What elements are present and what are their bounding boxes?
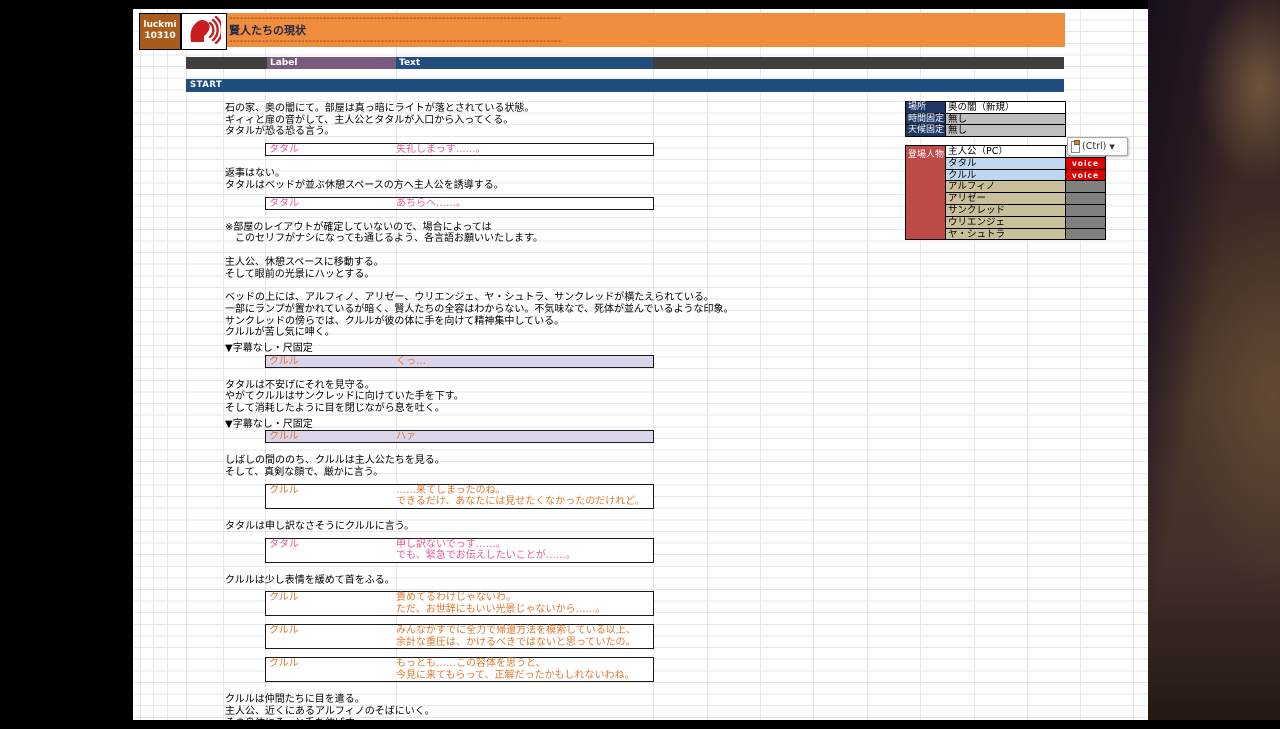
narration-text: クルルは仲間たちに目を遣る。 主人公、近くにあるアルフィノのそばにいく。 その身… (225, 694, 1025, 729)
cast-panel-label: 登場人物 (905, 145, 946, 240)
speaker-label: タタル (266, 198, 396, 209)
banner-dashes-bottom: ----------------------------------------… (229, 37, 563, 47)
background-artwork (1148, 0, 1280, 720)
info-label: 天候固定 (905, 124, 946, 137)
no-voice-badge (1065, 228, 1106, 241)
title-banner: ----------------------------------------… (227, 13, 1065, 47)
gridline (1080, 9, 1081, 720)
dialogue-box[interactable]: クルルくっ… (265, 355, 654, 368)
file-id-line1: luckmi (143, 20, 176, 30)
speaker-label: クルル (266, 356, 396, 367)
chevron-down-icon: ▼ (1109, 143, 1114, 151)
start-row[interactable]: START (186, 79, 1064, 92)
paste-options-button[interactable]: (Ctrl) ▼ (1067, 137, 1128, 156)
file-id-cell[interactable]: luckmi 10310 (139, 13, 181, 50)
speaker-label: クルル (266, 658, 396, 681)
narration-text: しばしの間ののち、クルルは主人公たちを見る。 そして、真剣な顔で、厳かに言う。 (225, 455, 1025, 478)
direction-marker: ▼字幕なし・尺固定 (225, 343, 1025, 355)
dialogue-text: みんながすでに全力で帰還方法を模索している以上、 余計な重圧は、かけるべきではな… (396, 625, 653, 648)
gridline (140, 9, 141, 720)
narration-text: ベッドの上には、アルフィノ、アリゼー、ウリエンジェ、ヤ・シュトラ、サンクレッドが… (225, 292, 1025, 339)
text-column-header[interactable]: Text (396, 57, 653, 69)
speaker-label: タタル (266, 539, 396, 562)
gridline (153, 9, 154, 720)
dialogue-text: あちらへ……。 (396, 198, 653, 209)
banner-dashes-top: ----------------------------------------… (229, 14, 563, 24)
speaker-head-icon (187, 16, 221, 48)
header-filler-cell[interactable] (653, 57, 1064, 69)
dialogue-text: もっとも……この容体を思うと、 今見に来てもらって、正解だったかもしれないわね。 (396, 658, 653, 681)
file-id-line2: 10310 (144, 31, 175, 41)
dialogue-text: 失礼しまっす……。 (396, 144, 653, 155)
info-value[interactable]: 無し (945, 124, 1066, 137)
gridline (223, 9, 224, 720)
dialogue-text: ……来てしまったのね。 できるだけ、あなたには見せたくなかったのだけれど。 (396, 485, 653, 508)
narration-text: 主人公、休憩スペースに移動する。 そして眼前の光景にハッとする。 (225, 257, 1025, 280)
label-column-header[interactable]: Label (267, 57, 396, 69)
dialogue-text: くっ… (396, 356, 653, 367)
speaker-label: クルル (266, 485, 396, 508)
gridline (186, 9, 187, 720)
dialogue-text: 責めてるわけじゃないわ。 ただ、お世辞にもいい光景じゃないから……。 (396, 592, 653, 615)
direction-marker: ▼字幕なし・尺固定 (225, 419, 1025, 431)
dialogue-box[interactable]: クルル責めてるわけじゃないわ。 ただ、お世辞にもいい光景じゃないから……。 (265, 591, 654, 616)
clipboard-icon (1071, 141, 1080, 153)
gridline (167, 9, 168, 720)
dialogue-box[interactable]: クルルハァ (265, 430, 654, 443)
speaker-label: クルル (266, 431, 396, 442)
narration-text: タタルは申し訳なさそうにクルルに言う。 (225, 521, 1025, 533)
paste-options-label: (Ctrl) (1082, 141, 1106, 152)
dialogue-box[interactable]: クルル……来てしまったのね。 できるだけ、あなたには見せたくなかったのだけれど。 (265, 484, 654, 509)
dialogue-box[interactable]: タタル申し訳ないでっす……。 でも、緊急でお伝えしたいことが……。 (265, 538, 654, 563)
gridline (1133, 9, 1134, 720)
dialogue-box[interactable]: クルルみんながすでに全力で帰還方法を模索している以上、 余計な重圧は、かけるべき… (265, 624, 654, 649)
dialogue-text: 申し訳ないでっす……。 でも、緊急でお伝えしたいことが……。 (396, 539, 653, 562)
dialogue-text: ハァ (396, 431, 653, 442)
spreadsheet: luckmi 10310 ---------------------------… (133, 9, 1148, 720)
dialogue-box[interactable]: タタルあちらへ……。 (265, 197, 654, 210)
narration-text: タタルは不安げにそれを見守る。 やがてクルルはサンクレッドに向けていた手を下す。… (225, 380, 1025, 415)
page-title: 賢人たちの現状 (229, 24, 1065, 37)
speaker-label: クルル (266, 625, 396, 648)
voice-icon-cell[interactable] (181, 13, 227, 50)
header-spacer-cell[interactable] (186, 57, 267, 69)
narration-text: クルルは少し表情を緩めて首をふる。 (225, 575, 1025, 587)
speaker-label: タタル (266, 144, 396, 155)
cast-member-cell[interactable]: ヤ・シュトラ (945, 228, 1066, 241)
speaker-label: クルル (266, 592, 396, 615)
dialogue-box[interactable]: タタル失礼しまっす……。 (265, 143, 654, 156)
dialogue-box[interactable]: クルルもっとも……この容体を思うと、 今見に来てもらって、正解だったかもしれない… (265, 657, 654, 682)
